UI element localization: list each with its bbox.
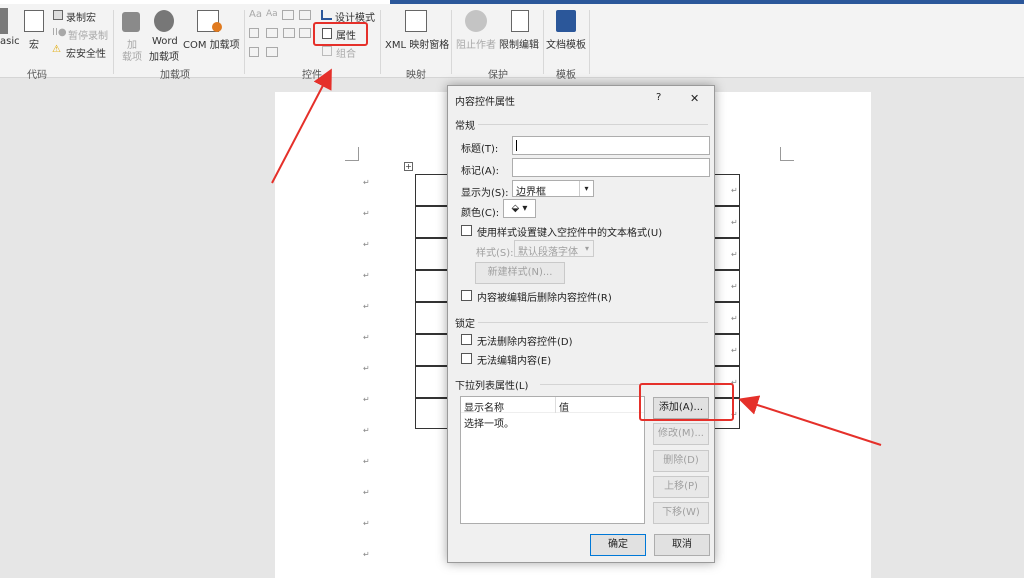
new-style-button[interactable]: 新建样式(N)... bbox=[475, 262, 565, 284]
color-label: 颜色(C): bbox=[461, 208, 500, 219]
cannot-delete-checkbox[interactable] bbox=[461, 334, 472, 345]
use-style-checkbox[interactable] bbox=[461, 225, 472, 236]
section-dropdown-properties: 下拉列表属性(L) bbox=[455, 381, 529, 392]
show-as-select[interactable]: 边界框 ▾ bbox=[512, 180, 594, 198]
content-control-properties-dialog: 内容控件属性 ? ✕ 常规 标题(T): 标记(A): 显示为(S): 边界框 … bbox=[447, 85, 715, 563]
paint-bucket-icon: ⬙ bbox=[511, 203, 520, 214]
move-down-button[interactable]: 下移(W) bbox=[653, 502, 709, 524]
add-button-highlight bbox=[639, 383, 734, 421]
remove-after-edit-label: 内容被编辑后删除内容控件(R) bbox=[477, 293, 612, 304]
column-display-name: 显示名称 bbox=[464, 403, 504, 414]
title-label: 标题(T): bbox=[461, 144, 499, 155]
move-up-button[interactable]: 上移(P) bbox=[653, 476, 709, 498]
use-style-label: 使用样式设置键入空控件中的文本格式(U) bbox=[477, 228, 663, 239]
color-picker-button[interactable]: ⬙ ▾ bbox=[503, 199, 536, 218]
cannot-delete-label: 无法删除内容控件(D) bbox=[477, 337, 573, 348]
list-item[interactable]: 选择一项。 bbox=[464, 415, 514, 430]
close-icon[interactable]: ✕ bbox=[690, 92, 699, 105]
chevron-down-icon: ▾ bbox=[584, 244, 589, 253]
column-value: 值 bbox=[559, 403, 569, 414]
chevron-down-icon: ▾ bbox=[522, 203, 528, 214]
section-locking: 锁定 bbox=[455, 319, 475, 330]
delete-button[interactable]: 删除(D) bbox=[653, 450, 709, 472]
tag-label: 标记(A): bbox=[461, 166, 500, 177]
section-general: 常规 bbox=[455, 121, 475, 132]
ok-button[interactable]: 确定 bbox=[590, 534, 646, 556]
arrow-to-add-button bbox=[738, 395, 882, 446]
title-input[interactable] bbox=[512, 136, 710, 155]
help-button[interactable]: ? bbox=[656, 92, 661, 103]
tag-input[interactable] bbox=[512, 158, 710, 177]
show-as-label: 显示为(S): bbox=[461, 188, 509, 199]
cannot-edit-checkbox[interactable] bbox=[461, 353, 472, 364]
dialog-title: 内容控件属性 bbox=[455, 97, 515, 108]
arrow-to-properties bbox=[271, 68, 332, 184]
remove-after-edit-checkbox[interactable] bbox=[461, 290, 472, 301]
cancel-button[interactable]: 取消 bbox=[654, 534, 710, 556]
modify-button[interactable]: 修改(M)... bbox=[653, 423, 709, 445]
dropdown-list[interactable]: 显示名称 值 选择一项。 bbox=[460, 396, 645, 524]
style-label: 样式(S): bbox=[476, 248, 514, 259]
cannot-edit-label: 无法编辑内容(E) bbox=[477, 356, 552, 367]
style-select[interactable]: 默认段落字体 ▾ bbox=[514, 240, 594, 258]
chevron-down-icon: ▾ bbox=[579, 181, 593, 196]
